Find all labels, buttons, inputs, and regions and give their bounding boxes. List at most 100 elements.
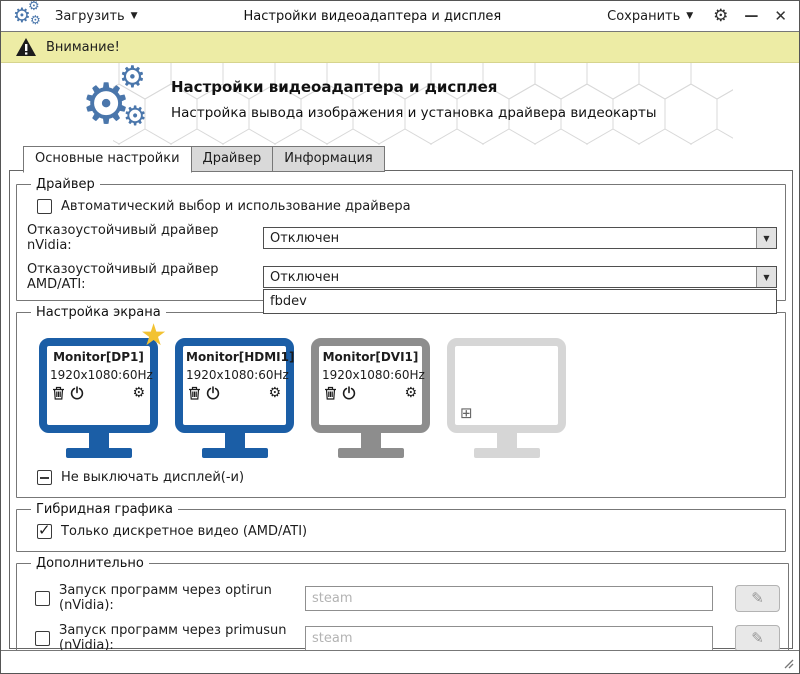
primusun-edit-button[interactable]: ✎ [735, 624, 780, 652]
keep-display-on-row: Не выключать дисплей(-и) [37, 470, 777, 485]
header-text: Настройки видеоадаптера и дисплея Настро… [171, 78, 657, 121]
gear-icon: ⚙ [123, 101, 148, 132]
extra-group-title: Дополнительно [36, 556, 144, 571]
monitor-screen: Monitor[DVI1] 1920x1080:60Hz ⚙ [311, 338, 430, 433]
title-bar-actions: Сохранить ▼ ⚙ — ✕ [603, 7, 787, 26]
pencil-icon: ✎ [751, 629, 764, 647]
add-monitor-icon[interactable]: ⊞ [460, 404, 473, 422]
amd-failsafe-dropdown-list: fbdev [263, 289, 777, 314]
auto-driver-row: Автоматический выбор и использование дра… [37, 199, 777, 214]
trash-icon[interactable] [188, 386, 201, 400]
amd-failsafe-row: Отказоустойчивый драйвер AMD/ATI: Отключ… [27, 262, 777, 314]
monitor-resolution: 1920x1080:60Hz [322, 368, 425, 382]
amd-failsafe-select[interactable]: Отключен ▼ fbdev [263, 266, 777, 314]
monitor-screen: ⊞ [447, 338, 566, 433]
driver-groupbox: Драйвер Автоматический выбор и использов… [16, 177, 786, 314]
power-icon[interactable] [206, 386, 220, 400]
monitor-screen: Monitor[HDMI1] 1920x1080:60Hz ⚙ [175, 338, 294, 433]
monitor-stand-base [473, 448, 540, 458]
discrete-video-label: Только дискретное видео (AMD/ATI) [61, 524, 308, 539]
page-subtitle: Настройка вывода изображения и установка… [171, 105, 657, 121]
tab-main-settings[interactable]: Основные настройки [23, 146, 192, 173]
power-icon[interactable] [342, 386, 356, 400]
optirun-input[interactable] [305, 585, 713, 611]
nvidia-failsafe-label: Отказоустойчивый драйвер nVidia: [27, 223, 219, 253]
save-button[interactable]: Сохранить ▼ [603, 7, 697, 26]
app-window: ⚙ ⚙ ⚙ Загрузить ▼ Настройки видеоадаптер… [0, 0, 800, 674]
main-panel: Драйвер Автоматический выбор и использов… [9, 170, 793, 673]
monitor-name: Monitor[DP1] [53, 350, 144, 364]
warning-text: Внимание! [46, 39, 120, 55]
driver-group-title: Драйвер [36, 177, 95, 192]
monitor-name: Monitor[DVI1] [322, 350, 419, 364]
trash-icon[interactable] [324, 386, 337, 400]
monitor-card-add[interactable]: ⊞ [447, 338, 566, 458]
auto-driver-checkbox[interactable] [37, 199, 52, 214]
resize-grip[interactable] [780, 655, 794, 669]
tab-bar: Основные настройки Драйвер Информация [1, 145, 799, 173]
monitor-stand [496, 433, 517, 448]
pencil-icon: ✎ [751, 589, 764, 607]
monitor-stand-base [65, 448, 132, 458]
load-button-label: Загрузить [55, 8, 125, 24]
status-bar [1, 650, 799, 673]
hybrid-groupbox: Гибридная графика Только дискретное виде… [16, 502, 786, 552]
save-button-label: Сохранить [607, 8, 681, 24]
window-title: Настройки видеоадаптера и дисплея [243, 8, 502, 24]
app-logo: ⚙ ⚙ ⚙ [81, 63, 151, 141]
monitor-stand [224, 433, 245, 448]
nvidia-failsafe-row: Отказоустойчивый драйвер nVidia: Отключе… [27, 223, 777, 253]
gear-icon: ⚙ [28, 0, 40, 14]
monitor-actions: ⚙ [322, 386, 419, 400]
dropdown-arrow-button[interactable]: ▼ [756, 267, 776, 287]
monitor-actions: ⚙ [50, 386, 147, 400]
monitor-stand [88, 433, 109, 448]
trash-icon[interactable] [52, 386, 65, 400]
chevron-down-icon: ▼ [763, 233, 770, 243]
screen-groupbox: Настройка экрана ★ Monitor[DP1] 1920x108… [16, 305, 786, 498]
amd-failsafe-value: Отключен [270, 269, 340, 285]
optirun-checkbox[interactable] [35, 590, 50, 606]
monitor-stand-base [201, 448, 268, 458]
primusun-row: Запуск программ через primusun (nVidia):… [35, 623, 780, 653]
primusun-label: Запуск программ через primusun (nVidia): [59, 623, 287, 653]
warning-icon [16, 38, 36, 56]
page-title: Настройки видеоадаптера и дисплея [171, 78, 498, 96]
nvidia-failsafe-value: Отключен [270, 230, 340, 246]
title-bar: ⚙ ⚙ ⚙ Загрузить ▼ Настройки видеоадаптер… [1, 1, 799, 32]
monitor-settings-gear-icon[interactable]: ⚙ [404, 386, 417, 400]
keep-display-on-checkbox[interactable] [37, 470, 52, 485]
monitor-stand-base [337, 448, 404, 458]
close-button[interactable]: ✕ [774, 7, 787, 25]
amd-failsafe-label: Отказоустойчивый драйвер AMD/ATI: [27, 262, 219, 292]
monitor-card-dp1[interactable]: ★ Monitor[DP1] 1920x1080:60Hz ⚙ [39, 321, 167, 458]
dropdown-arrow-button[interactable]: ▼ [756, 228, 776, 248]
chevron-down-icon: ▼ [686, 11, 694, 21]
monitor-settings-gear-icon[interactable]: ⚙ [132, 386, 145, 400]
tab-driver[interactable]: Драйвер [190, 146, 274, 172]
monitor-resolution: 1920x1080:60Hz [186, 368, 289, 382]
monitor-card-hdmi1[interactable]: Monitor[HDMI1] 1920x1080:60Hz ⚙ [175, 338, 294, 458]
primusun-checkbox[interactable] [35, 630, 50, 646]
tab-information[interactable]: Информация [272, 146, 385, 172]
minimize-button[interactable]: — [744, 9, 758, 23]
monitor-resolution: 1920x1080:60Hz [50, 368, 153, 382]
primary-star-icon: ★ [140, 318, 167, 353]
settings-gear-icon[interactable]: ⚙ [713, 7, 728, 25]
page-header: ⚙ ⚙ ⚙ Настройки видеоадаптера и дисплея … [1, 63, 799, 145]
nvidia-failsafe-select[interactable]: Отключен ▼ [263, 227, 777, 249]
optirun-edit-button[interactable]: ✎ [735, 584, 780, 612]
chevron-down-icon: ▼ [130, 11, 138, 21]
monitor-settings-gear-icon[interactable]: ⚙ [268, 386, 281, 400]
monitor-card-dvi1[interactable]: Monitor[DVI1] 1920x1080:60Hz ⚙ [311, 338, 430, 458]
auto-driver-label: Автоматический выбор и использование дра… [61, 199, 411, 214]
load-button[interactable]: Загрузить ▼ [51, 7, 142, 26]
optirun-row: Запуск программ через optirun (nVidia): … [35, 583, 780, 613]
power-icon[interactable] [70, 386, 84, 400]
monitor-name: Monitor[HDMI1] [186, 350, 295, 364]
discrete-video-checkbox[interactable] [37, 521, 52, 539]
dropdown-option-fbdev[interactable]: fbdev [264, 290, 776, 313]
chevron-down-icon: ▼ [763, 272, 770, 282]
monitor-actions: ⚙ [186, 386, 283, 400]
primusun-input[interactable] [305, 625, 713, 651]
